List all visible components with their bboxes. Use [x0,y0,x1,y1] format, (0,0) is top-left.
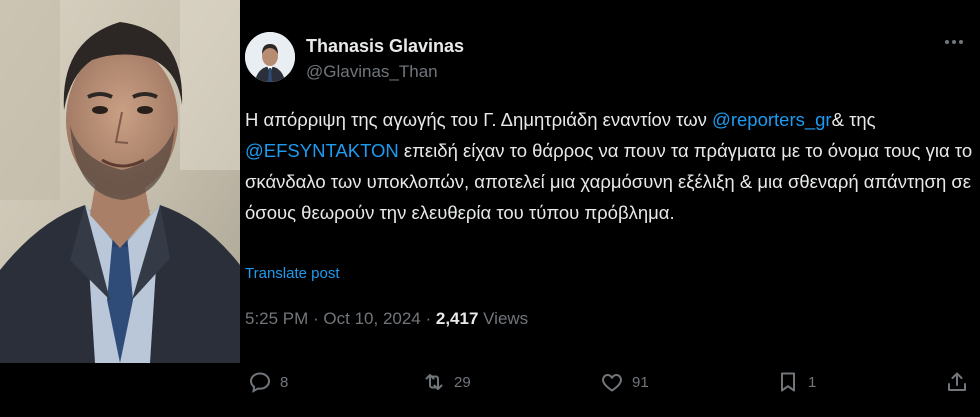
like-button[interactable]: 91 [600,370,649,394]
avatar-person-icon [245,32,295,82]
tweet-card: Thanasis Glavinas @Glavinas_Than Η απόρρ… [240,0,980,417]
post-text-part-2: & της [831,109,876,130]
post-text: Η απόρριψη της αγωγής του Γ. Δημητριάδη … [245,104,975,228]
more-dots-icon[interactable] [942,30,966,60]
mention-reporters-gr[interactable]: @reporters_gr [712,109,832,130]
author-name[interactable]: Thanasis Glavinas [306,36,464,57]
profile-photo [0,0,240,363]
post-meta: 5:25 PM · Oct 10, 2024 · 2,417 Views [245,309,528,329]
speech-bubble-icon [249,372,271,393]
photo-black-strip [0,363,240,417]
meta-separator: · [420,309,436,328]
views-label: Views [478,309,529,328]
share-upload-icon [948,372,966,391]
like-count: 91 [632,373,649,391]
author-handle[interactable]: @Glavinas_Than [306,62,438,82]
mention-efsyntakton[interactable]: @EFSYNTAKTON [245,140,399,161]
avatar[interactable] [245,32,295,82]
man-portrait-image [0,0,240,363]
bookmark-button[interactable]: 1 [776,370,816,394]
views-count: 2,417 [435,309,479,328]
repost-count: 29 [454,373,471,391]
repost-button[interactable]: 29 [422,370,471,394]
translate-post-link[interactable]: Translate post [245,265,340,282]
post-date[interactable]: Oct 10, 2024 [323,309,420,328]
reply-button[interactable]: 8 [248,370,288,394]
action-bar: 8 29 91 1 [240,362,980,406]
reply-count: 8 [280,373,289,391]
post-time[interactable]: 5:25 PM [245,309,308,328]
meta-separator: · [308,309,324,328]
post-text-part-1: Η απόρριψη της αγωγής του Γ. Δημητριάδη … [245,109,713,130]
bookmark-icon [781,372,795,392]
bookmark-count: 1 [808,373,817,391]
share-button[interactable] [945,370,977,394]
repost-arrows-icon [425,374,443,390]
heart-icon [602,373,622,392]
